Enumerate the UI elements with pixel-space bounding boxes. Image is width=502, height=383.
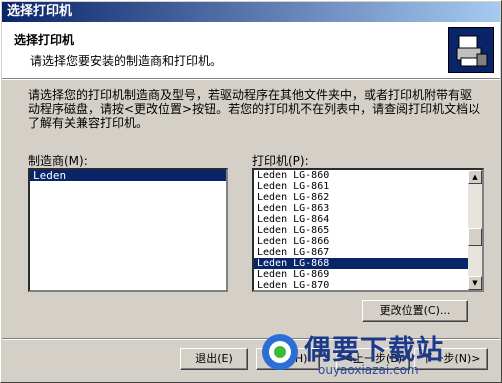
printer-list-scrollbar[interactable]: ▲ ▼ — [468, 170, 482, 290]
instructions-line-1: 请选择您的打印机制造商及型号，若驱动程序在其他文件夹中，或者打印机附带有驱 — [28, 88, 473, 102]
list-item[interactable]: Leden LG-864 — [254, 214, 482, 225]
list-item[interactable]: Leden LG-870 — [254, 280, 482, 291]
scroll-thumb[interactable] — [468, 228, 482, 246]
list-item[interactable]: Leden LG-862 — [254, 192, 482, 203]
printer-label: 打印机(P): — [252, 154, 309, 168]
list-item[interactable]: Leden LG-863 — [254, 203, 482, 214]
list-item[interactable]: Leden LG-861 — [254, 181, 482, 192]
list-item[interactable]: Leden — [30, 170, 226, 181]
wizard-header: 选择打印机 请选择您要安装的制造商和打印机。 — [2, 22, 500, 78]
change-location-button[interactable]: 更改位置(C)... — [362, 300, 468, 322]
list-item[interactable]: Leden LG-866 — [254, 236, 482, 247]
header-subtitle: 请选择您要安装的制造商和打印机。 — [30, 54, 223, 68]
list-item[interactable]: Leden LG-865 — [254, 225, 482, 236]
list-item[interactable]: Leden LG-867 — [254, 247, 482, 258]
scroll-down-button[interactable]: ▼ — [468, 276, 482, 290]
printer-list[interactable]: Leden LG-860 Leden LG-861 Leden LG-862 L… — [252, 168, 484, 292]
next-button[interactable]: 下一步(N)> — [414, 348, 488, 370]
manufacturer-list[interactable]: Leden — [28, 168, 228, 292]
instructions-text: 请选择您的打印机制造商及型号，若驱动程序在其他文件夹中，或者打印机附带有驱 动程… — [28, 88, 488, 130]
exit-button[interactable]: 退出(E) — [180, 348, 248, 370]
instructions-line-3: 了解有关兼容打印机。 — [28, 116, 149, 130]
header-separator — [2, 78, 500, 80]
window-title: 选择打印机 — [7, 4, 73, 19]
printer-wizard-icon — [448, 27, 494, 73]
manufacturer-label: 制造商(M): — [28, 154, 88, 168]
help-button[interactable]: 帮助(H) — [256, 348, 320, 370]
list-item[interactable]: Leden LG-860 — [254, 170, 482, 181]
header-title: 选择打印机 — [14, 33, 75, 47]
list-item[interactable]: Leden LG-869 — [254, 269, 482, 280]
scroll-up-button[interactable]: ▲ — [468, 170, 482, 184]
footer-separator — [2, 338, 500, 340]
list-item-selected[interactable]: Leden LG-868 — [254, 258, 482, 269]
title-bar: 选择打印机 — [2, 2, 500, 22]
back-button[interactable]: <上一步(B) — [336, 348, 410, 370]
instructions-line-2: 动程序磁盘，请按<更改位置>按钮。若您的打印机不在列表中，请查阅打印机文档以 — [28, 102, 481, 116]
